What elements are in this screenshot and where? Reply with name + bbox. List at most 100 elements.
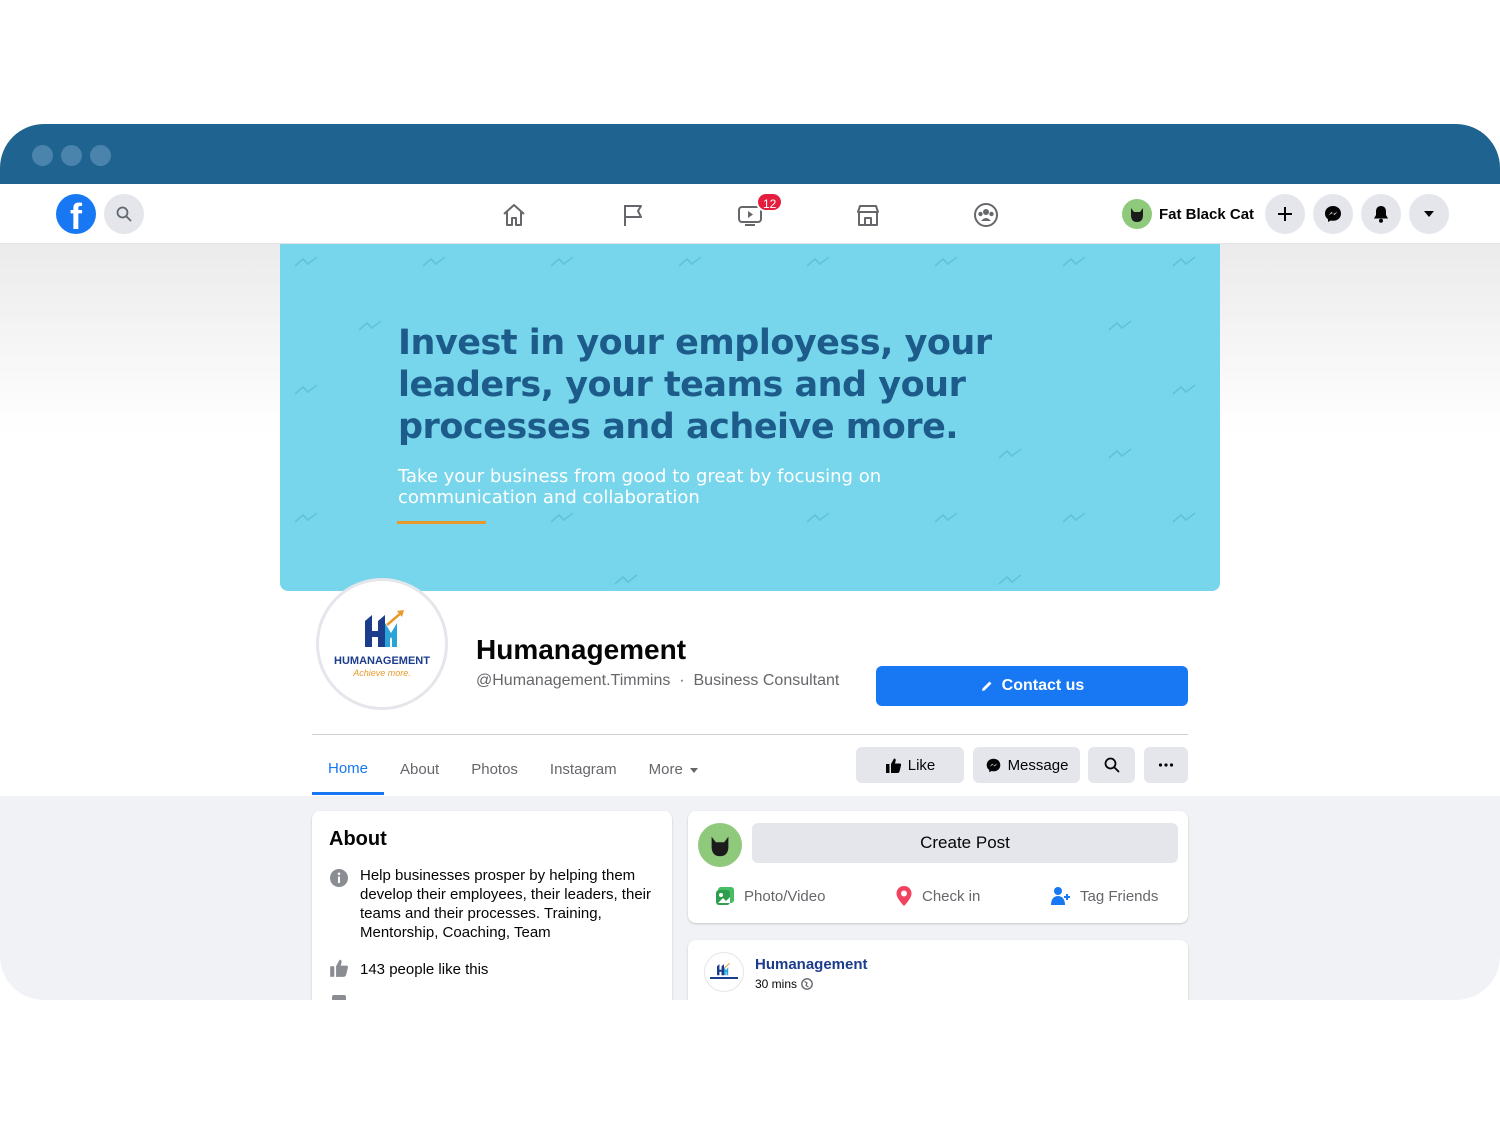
ellipsis-icon <box>1158 763 1174 767</box>
zigzag-decoration <box>998 574 1022 585</box>
search-icon <box>116 206 132 222</box>
zigzag-decoration <box>358 320 382 331</box>
zigzag-decoration <box>550 256 574 267</box>
about-card: About Help businesses prosper by helping… <box>312 811 672 1000</box>
photo-video-label: Photo/Video <box>744 887 826 905</box>
page-title: Humanagement <box>476 634 687 665</box>
cover-accent-line <box>397 521 486 524</box>
nav-marketplace[interactable] <box>854 201 882 229</box>
zigzag-decoration <box>294 256 318 267</box>
contact-us-button[interactable]: Contact us <box>876 666 1188 706</box>
like-button[interactable]: Like <box>856 747 964 783</box>
post-author-avatar[interactable] <box>704 952 744 992</box>
zigzag-decoration <box>1108 448 1132 459</box>
black-cat-icon <box>1131 208 1143 222</box>
zigzag-decoration <box>678 256 702 267</box>
about-likes: 143 people like this <box>360 961 489 978</box>
tab-more-label: More <box>648 761 683 778</box>
tab-instagram[interactable]: Instagram <box>534 744 633 795</box>
nav-pages[interactable] <box>619 201 647 229</box>
page-category[interactable]: Business Consultant <box>694 672 840 689</box>
search-button[interactable] <box>104 194 144 234</box>
photo-icon <box>716 887 734 905</box>
zigzag-decoration <box>806 512 830 523</box>
check-in-button[interactable]: Check in <box>894 881 980 911</box>
bell-icon <box>1374 206 1388 223</box>
logo-tagline: Achieve more. <box>353 668 411 678</box>
account-menu-button[interactable] <box>1409 194 1449 234</box>
marketplace-icon <box>857 205 879 226</box>
logo-name: HUMANAGEMENT <box>334 655 430 667</box>
zigzag-decoration <box>806 256 830 267</box>
followers-icon <box>332 995 346 1000</box>
tab-more[interactable]: More <box>633 744 715 795</box>
user-name: Fat Black Cat <box>1159 205 1255 223</box>
create-post-button[interactable]: Create Post <box>752 823 1178 863</box>
zigzag-decoration <box>934 256 958 267</box>
message-label: Message <box>1007 756 1069 774</box>
pencil-icon <box>981 681 992 691</box>
tab-home[interactable]: Home <box>312 744 385 795</box>
photo-video-button[interactable]: Photo/Video <box>714 881 825 911</box>
facebook-logo-icon[interactable]: f <box>56 194 96 237</box>
profile-picture[interactable]: HUMANAGEMENT Achieve more. <box>316 578 448 710</box>
watch-notification-badge: 12 <box>756 192 784 212</box>
post-author[interactable]: Humanagement <box>755 956 868 973</box>
cover-headline: Invest in your employess, your leaders, … <box>398 323 992 447</box>
window-dot-minimize[interactable] <box>61 145 82 166</box>
zigzag-decoration <box>294 384 318 395</box>
zigzag-decoration <box>1172 384 1196 395</box>
page-tabs: Home About Photos Instagram More <box>312 744 715 795</box>
zigzag-decoration <box>294 512 318 523</box>
cover-photo: Invest in your employess, your leaders, … <box>280 244 1220 591</box>
caret-down-icon <box>689 767 698 773</box>
search-icon <box>1104 757 1119 773</box>
tab-about[interactable]: About <box>384 744 455 795</box>
messenger-button[interactable] <box>1313 194 1353 234</box>
zigzag-decoration <box>1172 512 1196 523</box>
plus-icon <box>1278 207 1292 221</box>
location-pin-icon <box>896 886 912 906</box>
zigzag-decoration <box>1062 512 1086 523</box>
caret-down-icon <box>1424 211 1434 217</box>
humanagement-logo-icon <box>365 610 404 647</box>
post-card: Humanagement 30 mins <box>688 940 1188 1000</box>
notifications-button[interactable] <box>1361 194 1401 234</box>
page-handle[interactable]: @Humanagement.Timmins <box>476 672 670 689</box>
thumbs-up-icon <box>885 758 901 773</box>
avatar <box>698 823 742 867</box>
groups-icon <box>974 203 998 227</box>
messenger-icon <box>986 758 1000 772</box>
page-meta: @Humanagement.Timmins · Business Consult… <box>476 672 839 690</box>
message-button[interactable]: Message <box>973 747 1080 783</box>
nav-groups[interactable] <box>972 201 1000 229</box>
tag-friends-icon <box>1051 887 1070 905</box>
page-search-button[interactable] <box>1088 747 1135 783</box>
flag-icon <box>624 205 642 226</box>
zigzag-decoration <box>1172 256 1196 267</box>
tag-friends-button[interactable]: Tag Friends <box>1050 881 1158 911</box>
zigzag-decoration <box>934 512 958 523</box>
tag-friends-label: Tag Friends <box>1080 887 1159 905</box>
zigzag-decoration <box>1062 256 1086 267</box>
profile-shortcut[interactable]: Fat Black Cat <box>1122 196 1254 232</box>
contact-us-label: Contact us <box>1001 677 1085 694</box>
post-time-label[interactable]: 30 mins <box>755 977 797 991</box>
browser-window: f 12 Fat Black Cat Invest in your employ… <box>0 124 1500 1000</box>
page-header: Invest in your employess, your leaders, … <box>0 244 1500 796</box>
home-icon <box>503 204 525 226</box>
window-dot-close[interactable] <box>32 145 53 166</box>
logo-wordmark-line <box>710 977 738 979</box>
zigzag-decoration <box>998 448 1022 459</box>
more-options-button[interactable] <box>1144 747 1188 783</box>
logo-letter: f <box>70 196 82 237</box>
window-dot-maximize[interactable] <box>90 145 111 166</box>
tab-photos[interactable]: Photos <box>455 744 534 795</box>
zigzag-decoration <box>614 574 638 585</box>
about-description: Help businesses prosper by helping them … <box>360 867 651 941</box>
thumbs-up-icon <box>330 959 348 977</box>
nav-home[interactable] <box>500 201 528 229</box>
check-in-label: Check in <box>922 887 981 905</box>
create-button[interactable] <box>1265 194 1305 234</box>
globe-icon <box>801 978 813 990</box>
